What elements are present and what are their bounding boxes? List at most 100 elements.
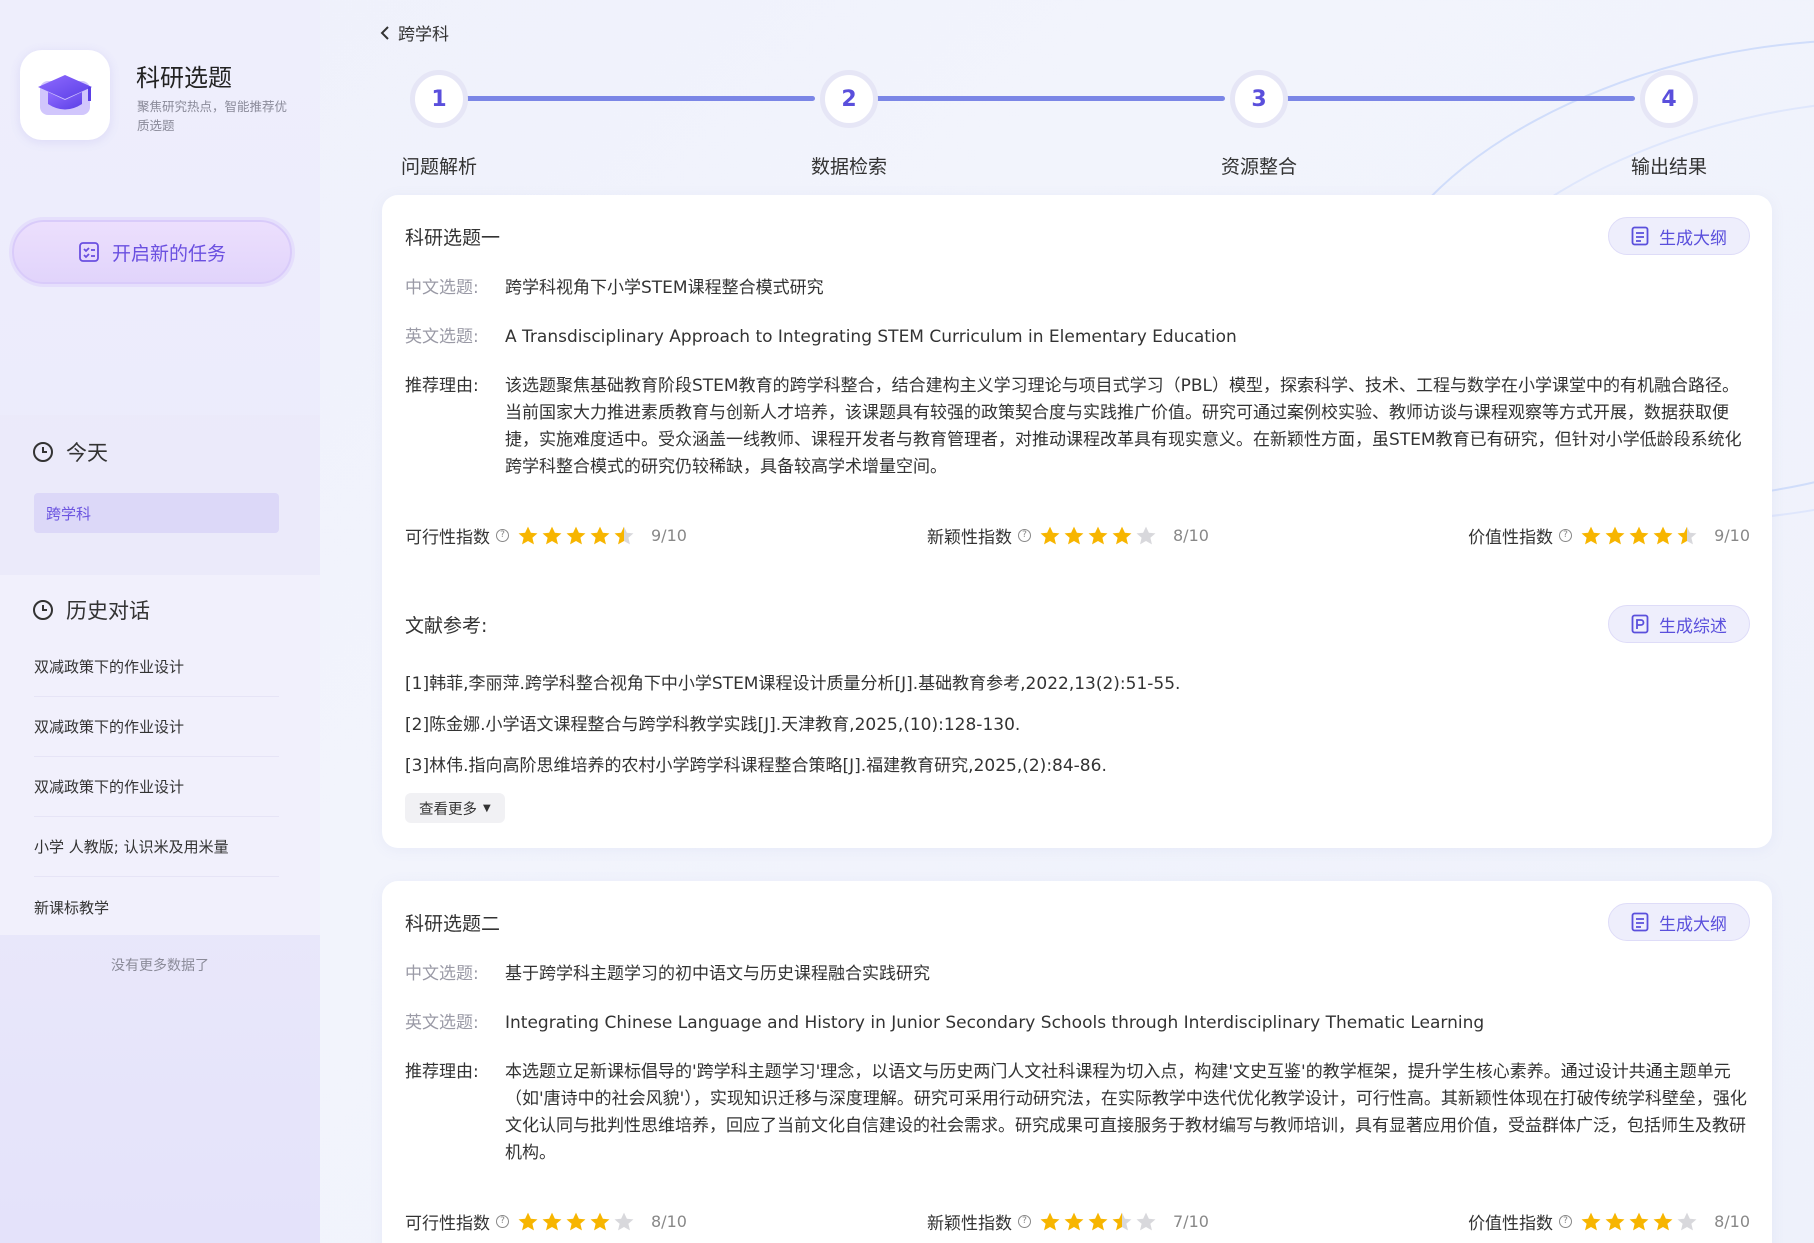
- star-icon: [1136, 1212, 1156, 1230]
- score: 8/10: [1714, 1212, 1750, 1231]
- star-icon: [566, 526, 586, 544]
- star-icon: [1605, 1212, 1625, 1230]
- history-item[interactable]: 双减政策下的作业设计: [34, 697, 279, 757]
- clock-icon: [33, 442, 53, 462]
- new-task-button[interactable]: 开启新的任务: [12, 220, 292, 284]
- reason-row: 推荐理由: 该选题聚焦基础教育阶段STEM教育的跨学科整合，结合建构主义学习理论…: [405, 373, 1750, 481]
- star-icon: [1581, 1212, 1601, 1230]
- score: 8/10: [651, 1212, 687, 1231]
- help-icon[interactable]: ?: [496, 1215, 509, 1228]
- main-content: 跨学科 1 2 3 4 问题解析 数据检索 资源整合 输出结果 科研选题一 生成…: [320, 0, 1814, 1243]
- step-connector: [870, 96, 1225, 101]
- new-task-label: 开启新的任务: [111, 242, 226, 265]
- metrics-row: 可行性指数 ? 9/10 新颖性指数 ? 8/10 价值性指数 ? 9/10: [405, 523, 1750, 553]
- topic-title: 科研选题一: [405, 227, 501, 249]
- app-subtitle: 聚焦研究热点，智能推荐优质选题: [137, 99, 288, 133]
- feasibility-metric: 可行性指数 ? 9/10: [405, 525, 687, 548]
- history-item[interactable]: 双减政策下的作业设计: [34, 637, 279, 697]
- reason-value: 本选题立足新课标倡导的'跨学科主题学习'理念，以语文与历史两门人文社科课程为切入…: [505, 1062, 1747, 1163]
- see-more-button[interactable]: 查看更多 ▼: [405, 793, 505, 823]
- star-rating: [1580, 525, 1698, 547]
- score: 9/10: [651, 526, 687, 545]
- step-1-label: 问题解析: [400, 156, 477, 178]
- references-title: 文献参考:: [405, 615, 488, 637]
- star-icon: [1677, 1212, 1697, 1230]
- back-link[interactable]: 跨学科: [380, 20, 449, 45]
- star-rating: [1580, 1211, 1698, 1233]
- references-list: [1]韩菲,李丽萍.跨学科整合视角下中小学STEM课程设计质量分析[J].基础教…: [405, 669, 1180, 792]
- star-icon: [1629, 526, 1649, 544]
- en-topic-value: Integrating Chinese Language and History…: [505, 1013, 1485, 1033]
- metrics-row: 可行性指数 ? 8/10 新颖性指数 ? 7/10 价值性指数 ? 8/10: [405, 1209, 1750, 1239]
- star-icon: [1112, 526, 1132, 544]
- novelty-metric: 新颖性指数 ? 8/10: [927, 525, 1209, 548]
- star-icon: [1581, 526, 1601, 544]
- novelty-metric: 新颖性指数 ? 7/10: [927, 1212, 1209, 1234]
- generate-outline-button[interactable]: 生成大纲: [1608, 217, 1750, 255]
- p-document-icon: [1631, 614, 1649, 634]
- star-icon: [566, 1212, 586, 1230]
- star-icon: [1677, 526, 1697, 544]
- reference-item: [1]韩菲,李丽萍.跨学科整合视角下中小学STEM课程设计质量分析[J].基础教…: [405, 674, 1181, 694]
- topic-card-2: 科研选题二 生成大纲 中文选题: 基于跨学科主题学习的初中语文与历史课程融合实践…: [382, 881, 1772, 1243]
- history-header: 历史对话: [32, 595, 150, 625]
- history-item[interactable]: 新课标教学: [34, 877, 279, 937]
- cn-topic-row: 中文选题: 跨学科视角下小学STEM课程整合模式研究: [405, 275, 1750, 302]
- feasibility-metric: 可行性指数 ? 8/10: [405, 1212, 687, 1234]
- generate-outline-button[interactable]: 生成大纲: [1608, 903, 1750, 941]
- help-icon[interactable]: ?: [1559, 1215, 1573, 1228]
- no-more-text: 没有更多数据了: [111, 958, 209, 974]
- step-2-circle: 2: [820, 70, 878, 128]
- cn-topic-value: 跨学科视角下小学STEM课程整合模式研究: [505, 278, 824, 298]
- score: 8/10: [1173, 526, 1209, 545]
- star-icon: [614, 526, 634, 544]
- step-3-circle: 3: [1230, 70, 1288, 128]
- star-rating: [1039, 525, 1157, 547]
- history-list: 双减政策下的作业设计 双减政策下的作业设计 双减政策下的作业设计 小学 人教版;…: [34, 637, 279, 937]
- step-3-label: 资源整合: [1220, 156, 1297, 178]
- document-icon: [1631, 912, 1649, 932]
- cn-topic-value: 基于跨学科主题学习的初中语文与历史课程融合实践研究: [505, 964, 930, 984]
- generate-review-button[interactable]: 生成综述: [1608, 605, 1750, 643]
- help-icon[interactable]: ?: [1018, 529, 1031, 542]
- star-icon: [518, 526, 538, 544]
- today-item[interactable]: 跨学科: [34, 493, 279, 533]
- star-icon: [1088, 526, 1108, 544]
- star-icon: [590, 1212, 610, 1230]
- star-icon: [542, 526, 562, 544]
- star-icon: [542, 1212, 562, 1230]
- help-icon[interactable]: ?: [1559, 529, 1573, 542]
- star-icon: [518, 1212, 538, 1230]
- clock-icon: [33, 600, 53, 620]
- step-4-label: 输出结果: [1630, 156, 1707, 178]
- star-icon: [1064, 526, 1084, 544]
- topic-title: 科研选题二: [405, 913, 501, 935]
- task-list-icon: [79, 242, 99, 262]
- caret-down-icon: ▼: [483, 802, 491, 814]
- step-4-circle: 4: [1640, 70, 1698, 128]
- en-topic-value: A Transdisciplinary Approach to Integrat…: [505, 327, 1237, 347]
- value-metric: 价值性指数 ? 9/10: [1468, 525, 1750, 548]
- star-icon: [1088, 1212, 1108, 1230]
- app-logo: [20, 50, 110, 140]
- help-icon[interactable]: ?: [1018, 1215, 1031, 1228]
- star-icon: [1629, 1212, 1649, 1230]
- history-section: 历史对话 双减政策下的作业设计 双减政策下的作业设计 双减政策下的作业设计 小学…: [0, 575, 320, 935]
- graduation-cap-icon: [38, 75, 92, 115]
- topic-card-1: 科研选题一 生成大纲 中文选题: 跨学科视角下小学STEM课程整合模式研究 英文…: [382, 195, 1772, 848]
- score: 9/10: [1714, 526, 1750, 545]
- history-item[interactable]: 双减政策下的作业设计: [34, 757, 279, 817]
- history-item[interactable]: 小学 人教版; 认识米及用米量: [34, 817, 279, 877]
- score: 7/10: [1173, 1212, 1209, 1231]
- today-header: 今天: [32, 437, 108, 467]
- star-rating: [517, 525, 635, 547]
- reference-item: [3]林伟.指向高阶思维培养的农村小学跨学科课程整合策略[J].福建教育研究,2…: [405, 756, 1107, 776]
- star-icon: [1064, 1212, 1084, 1230]
- star-icon: [1112, 1212, 1132, 1230]
- help-icon[interactable]: ?: [496, 529, 509, 542]
- star-icon: [614, 1212, 634, 1230]
- progress-stepper: 1 2 3 4 问题解析 数据检索 资源整合 输出结果: [401, 70, 1730, 180]
- step-connector: [1280, 96, 1635, 101]
- document-icon: [1631, 226, 1649, 246]
- sidebar: 科研选题 聚焦研究热点，智能推荐优质选题 开启新的任务 今天 跨学科 历史对话 …: [0, 0, 320, 1243]
